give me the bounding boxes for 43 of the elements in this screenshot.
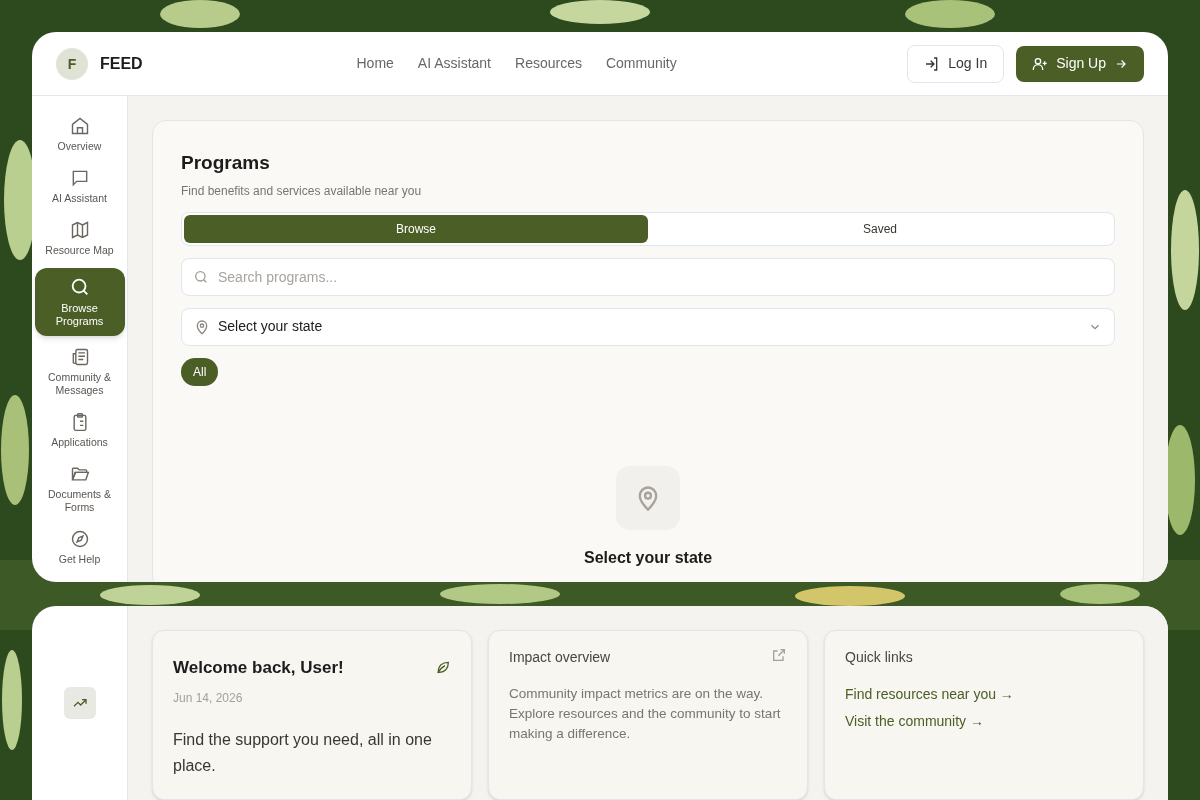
- sidebar-item[interactable]: AI Assistant: [34, 164, 125, 209]
- search-field[interactable]: Search programs...: [181, 257, 1115, 296]
- search-icon: [193, 268, 209, 285]
- nav-link[interactable]: AI Assistant: [417, 53, 491, 74]
- card-title: Welcome back, User!: [173, 657, 344, 679]
- map-icon: [69, 220, 90, 240]
- sidebar-item[interactable]: Resource Map: [34, 216, 125, 261]
- compass-icon: [69, 529, 90, 549]
- sidebar-item[interactable]: Documents & Forms: [34, 460, 125, 518]
- panel-title: Programs: [181, 151, 271, 175]
- sidebar-item[interactable]: Browse Programs: [34, 268, 125, 336]
- tab[interactable]: Browse: [184, 214, 648, 243]
- user-plus-icon: [1032, 55, 1049, 72]
- sidebar-item[interactable]: Get Help: [34, 525, 125, 570]
- trend-button[interactable]: [63, 687, 96, 719]
- brand-name: FEED: [100, 53, 143, 74]
- empty-state-icon: [616, 465, 680, 530]
- card-title: Quick links: [845, 648, 914, 667]
- card-text: Community impact metrics are on the way. Explore resources and the community to start making a difference.: [509, 685, 782, 743]
- quick-link[interactable]: Find resources near you →: [845, 684, 1014, 705]
- welcome-message: Find the support you need, all in one place.: [173, 729, 433, 776]
- quick-link[interactable]: Visit the community →: [845, 711, 984, 732]
- sign-up-button[interactable]: Sign Up: [1016, 45, 1144, 82]
- panel-subtitle: Find benefits and services available near you: [181, 182, 423, 200]
- empty-state-title: Select your state: [583, 547, 713, 568]
- logo-badge[interactable]: F: [56, 47, 88, 80]
- house-icon: [69, 116, 90, 136]
- filter-chip[interactable]: All: [181, 357, 219, 386]
- sidebar-item[interactable]: Applications: [34, 408, 125, 453]
- sidebar-item[interactable]: Overview: [34, 112, 125, 157]
- external-link-icon[interactable]: [771, 647, 787, 663]
- location-pin-icon: [194, 318, 210, 335]
- leaf-icon: [435, 659, 451, 675]
- login-button[interactable]: Log In: [907, 44, 1005, 83]
- date-text: Jun 14, 2026: [173, 689, 244, 707]
- folder-icon: [69, 464, 90, 484]
- nav-link[interactable]: Community: [605, 53, 677, 74]
- nav-link[interactable]: Home: [356, 53, 394, 74]
- sidebar-item[interactable]: Community & Messages: [34, 343, 125, 401]
- card-title: Impact overview: [509, 648, 611, 667]
- tab[interactable]: Saved: [648, 214, 1112, 243]
- state-dropdown[interactable]: Select your state: [181, 307, 1115, 346]
- nav-link[interactable]: Resources: [515, 53, 582, 74]
